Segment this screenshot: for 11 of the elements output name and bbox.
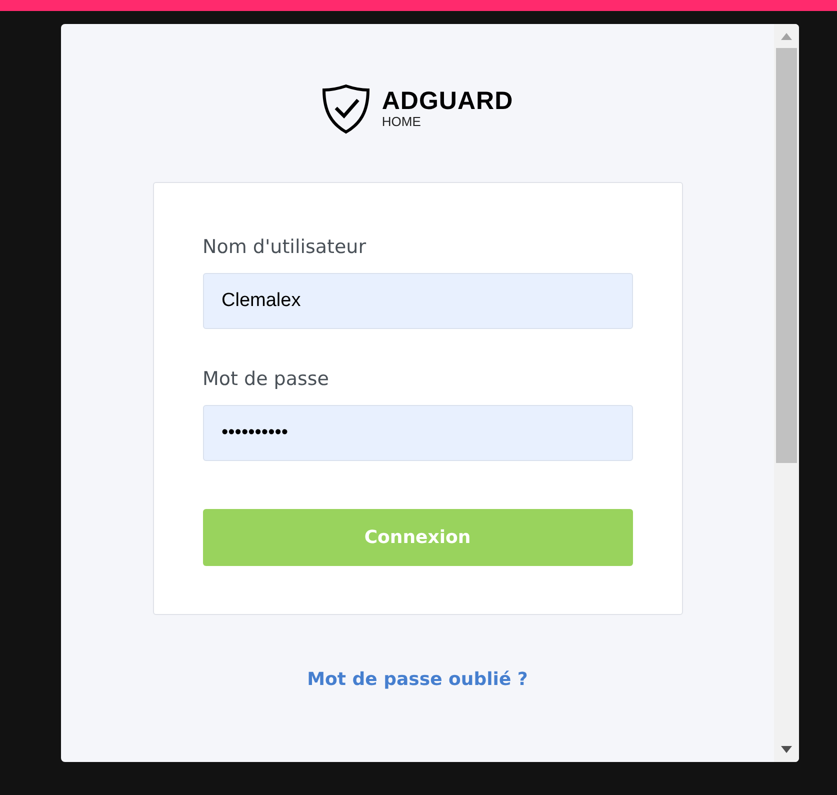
brand-subtitle: HOME: [382, 114, 422, 130]
forgot-password-link[interactable]: Mot de passe oublié ?: [307, 669, 528, 690]
input-field[interactable]: ••••••••••: [202, 405, 632, 461]
scroll-down-icon[interactable]: [781, 746, 792, 753]
scrollbar-thumb[interactable]: [776, 48, 797, 463]
field-label: Nom d'utilisateur: [202, 235, 368, 259]
shield-logo-icon: [322, 84, 370, 134]
scroll-up-icon[interactable]: [781, 33, 792, 40]
input-field[interactable]: Clemalex: [202, 273, 632, 329]
field-label: Mot de passe: [202, 367, 330, 391]
brand-name: ADGUARD: [382, 88, 514, 114]
